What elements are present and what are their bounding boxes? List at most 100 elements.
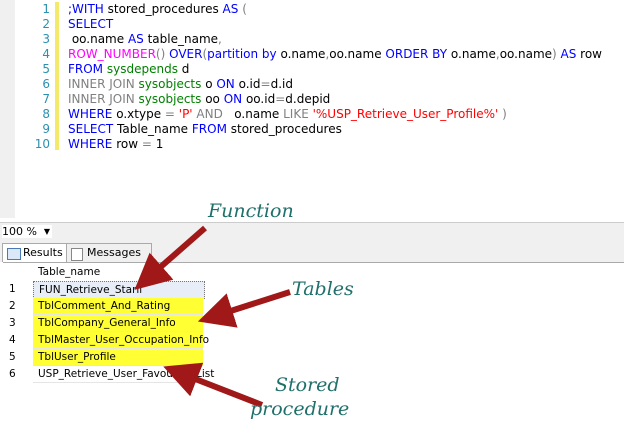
code-token: ORDER BY [385,47,451,61]
code-token: ON [223,92,246,106]
code-token: 'P' [178,107,197,121]
code-line: ROW_NUMBER() OVER(partition by o.name,oo… [68,47,602,61]
code-token: oo [205,92,224,106]
row-number: 1 [9,283,16,295]
code-token: Table_name [117,122,192,136]
row-number: 4 [9,334,16,346]
zoom-value: 100 % [2,225,37,238]
code-token: d [181,62,190,76]
row-number: 3 [9,317,16,329]
code-token: = [141,137,156,151]
code-token: AND [196,107,235,121]
code-token: '%USP_Retrieve_User_Profile%' [312,107,503,121]
code-token: AS [127,32,148,46]
chevron-down-icon: ▼ [43,227,50,236]
code-token: ;WITH [68,2,108,16]
code-token: ( [242,2,247,16]
sql-editor[interactable]: 1 ;WITH stored_procedures AS (2 SELECT 3 oo… [0,0,624,218]
line-number: 5 [42,62,50,76]
code-token: INNER JOIN [68,77,139,91]
code-token: SELECT [68,122,117,136]
code-token: FROM [68,62,107,76]
code-token: oo.name [499,47,553,61]
annotation-function: Function [208,200,294,222]
row-number: 5 [9,351,16,363]
code-line: SELECT [68,17,113,31]
line-number: 8 [42,107,50,121]
code-token: row [580,47,602,61]
grid-icon [7,248,21,260]
code-token: sysobjects [138,77,206,91]
table-name-cell[interactable]: FUN_Retrieve_Starli [33,281,205,299]
code-line: FROM sysdepends d [68,62,189,76]
code-token: partition by [207,47,281,61]
code-token: oo.name [68,32,128,46]
line-number: 1 [42,2,50,16]
tab-messages[interactable]: Messages [66,243,152,262]
code-token: ON [216,77,239,91]
table-name-cell[interactable]: TblComment_And_Rating [33,298,203,315]
messages-icon [71,248,83,261]
code-token: AS [222,2,243,16]
code-token: ROW_NUMBER [68,47,156,61]
code-line: INNER JOIN sysobjects oo ON oo.id=d.depi… [68,92,330,106]
code-line: ;WITH stored_procedures AS ( [68,2,247,16]
line-number: 2 [42,17,50,31]
tab-results-label: Results [23,246,63,259]
zoom-select[interactable]: 100 % ▼ [2,225,52,238]
code-token: oo.id [245,92,276,106]
code-token: = [164,107,179,121]
code-line: oo.name AS table_name, [68,32,222,46]
table-name-cell[interactable]: TblMaster_User_Occupation_Info [33,332,209,349]
code-token: OVER [169,47,203,61]
code-token: FROM [191,122,231,136]
annotation-procedure: procedure [250,398,350,420]
line-number: 6 [42,77,50,91]
table-name-cell[interactable]: USP_Retrieve_User_Favourite_List [33,366,214,383]
code-token: 1 [155,137,164,151]
code-token: o.name [450,47,496,61]
code-token: WHERE [68,107,117,121]
code-token: , [218,32,222,46]
code-line: WHERE row = 1 [68,137,163,151]
code-token: AS [560,47,581,61]
row-number: 6 [9,368,16,380]
tab-messages-label: Messages [87,246,141,259]
editor-gutter [0,0,15,218]
code-token: WHERE [68,137,117,151]
line-number: 10 [34,137,50,151]
code-token: d.id [270,77,293,91]
change-marker [55,2,59,150]
code-token: SELECT [68,17,114,31]
code-token: = [260,77,271,91]
line-number: 9 [42,122,50,136]
annotation-tables: Tables [292,278,354,300]
code-line: WHERE o.xtype = 'P' AND o.name LIKE '%US… [68,107,507,121]
code-token: o.xtype [116,107,165,121]
code-token: oo.name [329,47,386,61]
zoom-bar: 100 % ▼ [0,222,624,241]
row-number: 2 [9,300,16,312]
line-number: 3 [42,32,50,46]
code-token: sysdepends [106,62,182,76]
code-token: INNER JOIN [68,92,139,106]
table-name-cell[interactable]: TblUser_Profile [33,349,203,366]
code-token: stored_procedures [107,2,223,16]
code-token: LIKE [283,107,313,121]
code-token: stored_procedures [230,122,342,136]
code-token: o [205,77,217,91]
column-header[interactable]: Table_name [33,264,203,280]
code-token: o.id [238,77,261,91]
result-tabs: Results Messages [0,240,624,262]
annotation-stored: Stored [275,374,340,396]
code-token: d.depid [285,92,331,106]
line-number: 4 [42,47,50,61]
code-token: sysobjects [138,92,206,106]
code-token: ) [502,107,507,121]
code-token: table_name [147,32,219,46]
line-number: 7 [42,92,50,106]
code-token: o.name [234,107,284,121]
code-token: () [155,47,170,61]
table-name-cell[interactable]: TblCompany_General_Info [33,315,203,332]
code-line: SELECT Table_name FROM stored_procedures [68,122,342,136]
